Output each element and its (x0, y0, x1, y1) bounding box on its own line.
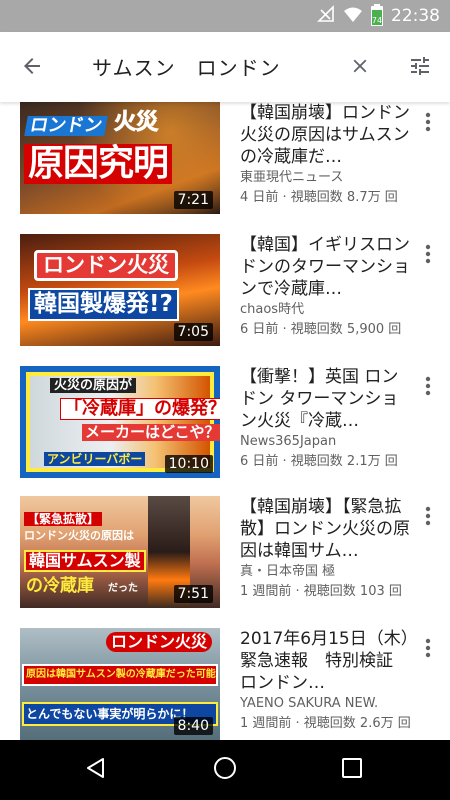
results-list: ロンドン 火災 原因究明 7:21 【韓国崩壊】ロンドン火災の原因はサムスンの冷… (0, 102, 450, 740)
video-thumbnail[interactable]: 火災の原因が 「冷蔵庫」の爆発？ メーカーはどこや？ アンビリーバボー 10:1… (20, 366, 220, 478)
clear-search-button[interactable] (342, 50, 378, 86)
wifi-icon (343, 5, 363, 27)
thumbnail-caption: の冷蔵庫 (26, 576, 94, 596)
video-duration: 7:05 (173, 323, 213, 341)
more-options-button[interactable] (416, 636, 440, 664)
channel-name: 真・日本帝国 極 (240, 564, 336, 579)
more-options-button[interactable] (416, 242, 440, 270)
video-meta: 【韓国崩壊】【緊急拡散】ロンドン火災の原因は韓国サム… 真・日本帝国 極 1 週… (240, 496, 410, 602)
video-thumbnail[interactable]: 【緊急拡散】 ロンドン火災の原因は 韓国サムスン製 の冷蔵庫 だった 7:51 (20, 496, 220, 608)
video-thumbnail[interactable]: ロンドン火災 韓国製爆発!? 7:05 (20, 234, 220, 346)
video-duration: 7:51 (173, 585, 213, 603)
more-vert-icon (425, 638, 431, 662)
more-vert-icon (425, 376, 431, 400)
clock: 22:38 (391, 6, 440, 26)
thumbnail-caption: 火災の原因が (50, 378, 137, 393)
more-vert-icon (425, 506, 431, 530)
channel-name: YAENO SAKURA NEW. (240, 696, 379, 711)
video-result[interactable]: 火災の原因が 「冷蔵庫」の爆発？ メーカーはどこや？ アンビリーバボー 10:1… (0, 366, 450, 496)
video-result[interactable]: 【緊急拡散】 ロンドン火災の原因は 韓国サムスン製 の冷蔵庫 だった 7:51 … (0, 496, 450, 626)
triangle-back-icon (84, 756, 108, 784)
video-stats: 4 日前 · 視聴回数 8.7万 回 (240, 190, 398, 205)
thumbnail-caption: アンビリーバボー (44, 452, 146, 466)
video-thumbnail[interactable]: ロンドン 火災 原因究明 7:21 (20, 102, 220, 214)
more-options-button[interactable] (416, 110, 440, 138)
status-icons: 74 22:38 (317, 4, 440, 27)
video-title[interactable]: 【衝撃！】英国 ロンドン タワーマンション火災『冷蔵… (240, 366, 410, 432)
video-thumbnail[interactable]: ロンドン火災 原因は韓国サムスン製の冷蔵庫だった可能性浮上 とんでもない事実が明… (20, 628, 220, 740)
arrow-back-icon (20, 54, 44, 82)
channel-name: 東亜現代ニュース (240, 170, 344, 185)
thumbnail-caption: だった (108, 583, 138, 594)
video-stats: 6 日前 · 視聴回数 2.1万 回 (240, 454, 398, 469)
thumbnail-caption: 韓国製爆発!? (28, 288, 179, 321)
video-stats: 6 日前 · 視聴回数 5,900 回 (240, 322, 402, 337)
thumbnail-caption: 原因究明 (24, 144, 173, 184)
video-result[interactable]: ロンドン 火災 原因究明 7:21 【韓国崩壊】ロンドン火災の原因はサムスンの冷… (0, 102, 450, 232)
home-nav-button[interactable] (207, 752, 243, 788)
thumbnail-caption: 【緊急拡散】 (24, 512, 103, 526)
video-meta: 【韓国】イギリスロンドンのタワーマンションで冷蔵庫… chaos時代 6 日前 … (240, 234, 410, 340)
more-options-button[interactable] (416, 504, 440, 532)
thumbnail-caption: ロンドン火災 (106, 632, 213, 652)
tune-icon (408, 54, 432, 82)
battery-level: 74 (371, 16, 383, 25)
battery-icon: 74 (371, 4, 383, 26)
video-result[interactable]: ロンドン火災 韓国製爆発!? 7:05 【韓国】イギリスロンドンのタワーマンショ… (0, 234, 450, 364)
back-button[interactable] (14, 50, 50, 86)
more-vert-icon (425, 112, 431, 136)
thumbnail-caption: ロンドン火災 (34, 250, 178, 281)
video-duration: 8:40 (173, 717, 213, 735)
square-recents-icon (341, 757, 363, 783)
thumbnail-caption: 原因は韓国サムスン製の冷蔵庫だった可能性浮上 (22, 664, 218, 686)
video-meta: 2017年6月15日（木）緊急速報 特別検証 ロンドン… YAENO SAKUR… (240, 628, 410, 734)
thumbnail-caption: メーカーはどこや？ (82, 424, 220, 441)
video-duration: 10:10 (164, 455, 213, 473)
filter-button[interactable] (402, 50, 438, 86)
video-title[interactable]: 2017年6月15日（木）緊急速報 特別検証 ロンドン… (240, 628, 410, 694)
video-meta: 【韓国崩壊】ロンドン火災の原因はサムスンの冷蔵庫だ… 東亜現代ニュース 4 日前… (240, 102, 410, 208)
video-stats: 1 週間前 · 視聴回数 2.6万 回 (240, 716, 410, 731)
channel-name: News365Japan (240, 434, 337, 449)
video-duration: 7:21 (173, 191, 213, 209)
video-result[interactable]: ロンドン火災 原因は韓国サムスン製の冷蔵庫だった可能性浮上 とんでもない事実が明… (0, 628, 450, 740)
back-nav-button[interactable] (78, 752, 114, 788)
search-input[interactable]: サムスン ロンドン (92, 52, 281, 81)
channel-name: chaos時代 (240, 302, 305, 317)
recents-nav-button[interactable] (334, 752, 370, 788)
video-title[interactable]: 【韓国】イギリスロンドンのタワーマンションで冷蔵庫… (240, 234, 410, 300)
thumbnail-caption: ロンドン (24, 115, 108, 136)
thumbnail-caption: 火災 (113, 110, 159, 135)
video-title[interactable]: 【韓国崩壊】ロンドン火災の原因はサムスンの冷蔵庫だ… (240, 102, 410, 168)
video-title[interactable]: 【韓国崩壊】【緊急拡散】ロンドン火災の原因は韓国サム… (240, 496, 410, 562)
more-vert-icon (425, 244, 431, 268)
video-stats: 1 週間前 · 視聴回数 103 回 (240, 584, 402, 599)
status-bar: 74 22:38 (0, 0, 450, 32)
navigation-bar (0, 740, 450, 800)
more-options-button[interactable] (416, 374, 440, 402)
search-bar: サムスン ロンドン (0, 32, 450, 102)
close-icon (349, 55, 371, 81)
thumbnail-caption: 韓国サムスン製 (24, 550, 146, 572)
thumbnail-caption: ロンドン火災の原因は (24, 529, 134, 542)
signal-icon (317, 5, 335, 27)
circle-home-icon (212, 755, 238, 785)
video-meta: 【衝撃！】英国 ロンドン タワーマンション火災『冷蔵… News365Japan… (240, 366, 410, 472)
thumbnail-caption: 「冷蔵庫」の爆発？ (60, 398, 220, 420)
